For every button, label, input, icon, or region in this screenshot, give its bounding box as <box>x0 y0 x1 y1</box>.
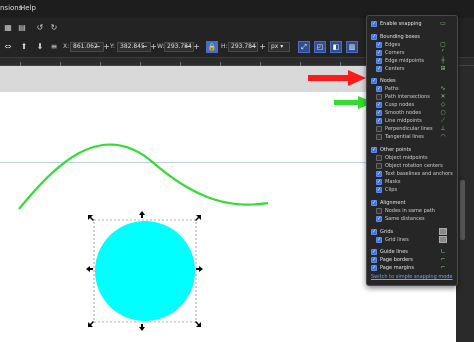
handle-right <box>196 266 203 272</box>
tangential-icon: ◠ <box>440 133 446 140</box>
page-borders-icon: ⌐ <box>440 256 446 263</box>
simple-mode-link[interactable]: Switch to simple snapping mode <box>371 274 453 280</box>
page-margins-icon: ⌐ <box>440 264 446 271</box>
handle-left <box>86 266 93 272</box>
snap-enable-icon: ▭ <box>440 20 446 27</box>
handle-top-left <box>88 215 94 221</box>
handle-bottom-right <box>195 321 201 327</box>
guide-lines-icon: ∟ <box>440 248 446 255</box>
corners-icon: ⌜ <box>441 49 445 56</box>
red-arrow <box>308 70 366 86</box>
vertical-scrollbar[interactable] <box>460 180 465 240</box>
cyan-circle[interactable] <box>95 221 195 321</box>
line-midpoints-icon: ⟋ <box>440 117 446 124</box>
edges-icon: ▢ <box>440 41 446 48</box>
grids-swatch <box>439 228 447 235</box>
handle-bottom <box>139 324 145 331</box>
grid-lines-swatch <box>439 236 447 243</box>
commands-bar <box>456 66 474 342</box>
handle-top <box>139 211 145 218</box>
handle-bottom-left <box>88 321 94 327</box>
handle-top-right <box>195 215 201 221</box>
centers-icon: ⊞ <box>440 65 446 72</box>
path-intersections-icon: ✕ <box>440 93 446 100</box>
cusp-nodes-icon: ◇ <box>440 101 446 108</box>
paths-icon: ∿ <box>440 85 446 92</box>
edge-midpoints-icon: ┼ <box>441 57 445 64</box>
perpendicular-icon: ⊥ <box>440 125 446 132</box>
bezier-path[interactable] <box>18 143 269 210</box>
smooth-nodes-icon: ○ <box>440 109 446 116</box>
